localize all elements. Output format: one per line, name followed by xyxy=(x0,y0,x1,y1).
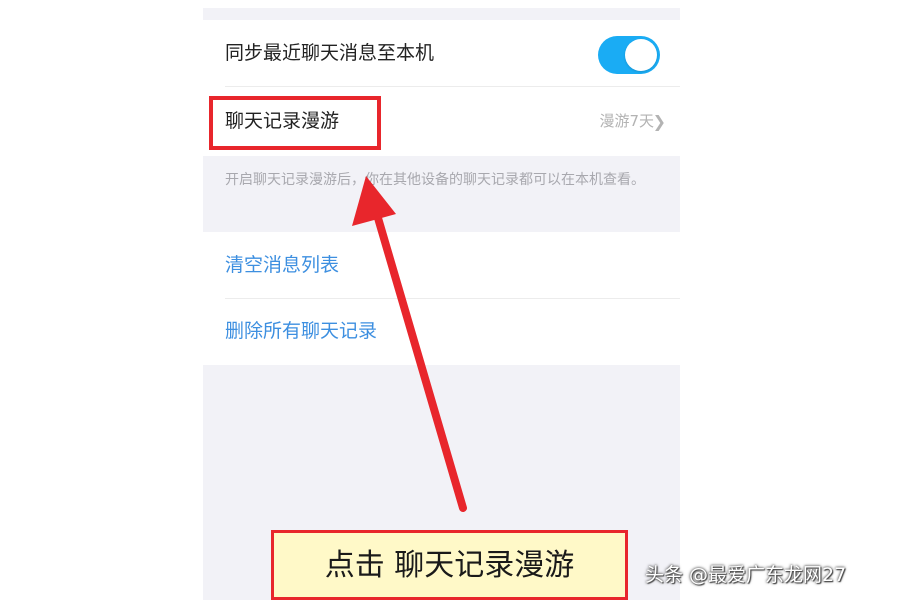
instruction-caption: 点击 聊天记录漫游 xyxy=(271,530,628,600)
annotation-arrow-icon xyxy=(352,176,467,512)
watermark-text: 头条 @最爱广东龙网27 xyxy=(645,564,847,586)
